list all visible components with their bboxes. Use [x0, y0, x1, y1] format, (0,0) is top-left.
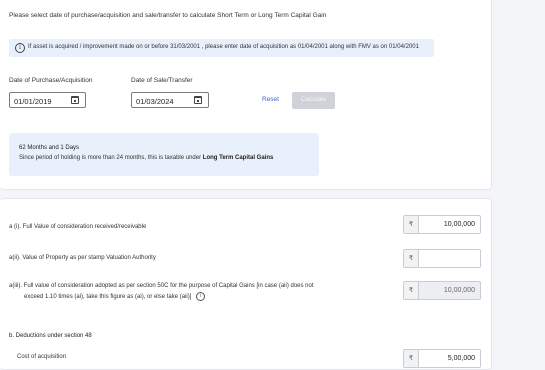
sale-date-label: Date of Sale/Transfer	[131, 77, 193, 84]
purchase-date-value: 01/01/2019	[14, 96, 52, 106]
result-text-prefix: Since period of holding is more than 24 …	[19, 155, 202, 161]
rupee-icon: ₹	[404, 282, 419, 299]
rupee-icon: ₹	[404, 216, 419, 233]
calendar-icon[interactable]	[71, 96, 79, 104]
info-banner: i If asset is acquired / improvement mad…	[9, 39, 434, 57]
cost-of-acquisition-label: Cost of acquisition	[17, 354, 67, 360]
full-value-value: 10,00,000	[443, 220, 475, 228]
sale-date-input[interactable]: 01/03/2024	[131, 92, 209, 108]
cost-of-acquisition-input[interactable]: ₹ 5,00,000	[403, 349, 481, 368]
holding-period-card: Please select date of purchase/acquisiti…	[0, 0, 492, 190]
info-icon: i	[15, 43, 25, 53]
adopted-value-label: a(iii). Full value of consideration adop…	[9, 283, 314, 301]
full-value-input[interactable]: ₹ 10,00,000	[403, 215, 481, 234]
intro-text: Please select date of purchase/acquisiti…	[9, 12, 327, 19]
info-icon[interactable]: i	[196, 292, 206, 301]
adopted-value-label-line2-wrap: exceed 1.10 times (ai), take this figure…	[9, 292, 314, 301]
info-banner-text: If asset is acquired / improvement made …	[28, 44, 419, 50]
calendar-icon[interactable]	[194, 96, 202, 104]
adopted-value-label-line2: exceed 1.10 times (ai), take this figure…	[24, 294, 192, 301]
holding-duration: 62 Months and 1 Days	[19, 145, 80, 151]
adopted-value-value: 10,00,000	[443, 286, 475, 294]
rupee-icon: ₹	[404, 350, 419, 367]
adopted-value-input: ₹ 10,00,000	[403, 281, 481, 300]
cost-of-acquisition-value: 5,00,000	[447, 354, 475, 362]
calculate-button[interactable]: Calculate	[292, 92, 335, 109]
purchase-date-label: Date of Purchase/Acquisition	[9, 77, 93, 84]
full-value-label: a (i). Full Value of consideration recei…	[9, 224, 147, 230]
holding-period-result: 62 Months and 1 Days Since period of hol…	[9, 133, 319, 176]
rupee-icon: ₹	[404, 250, 419, 267]
adopted-value-label-line1: a(iii). Full value of consideration adop…	[9, 283, 314, 289]
holding-result-text: Since period of holding is more than 24 …	[19, 155, 273, 161]
gain-type: Long Term Capital Gains	[202, 155, 274, 161]
reset-button[interactable]: Reset	[262, 96, 279, 103]
stamp-value-label: a(ii). Value of Property as per stamp Va…	[9, 255, 156, 261]
stamp-value-input[interactable]: ₹	[403, 249, 481, 268]
deductions-heading: b. Deductions under section 48	[9, 333, 92, 339]
purchase-date-input[interactable]: 01/01/2019	[9, 92, 86, 108]
sale-date-value: 01/03/2024	[136, 96, 174, 106]
